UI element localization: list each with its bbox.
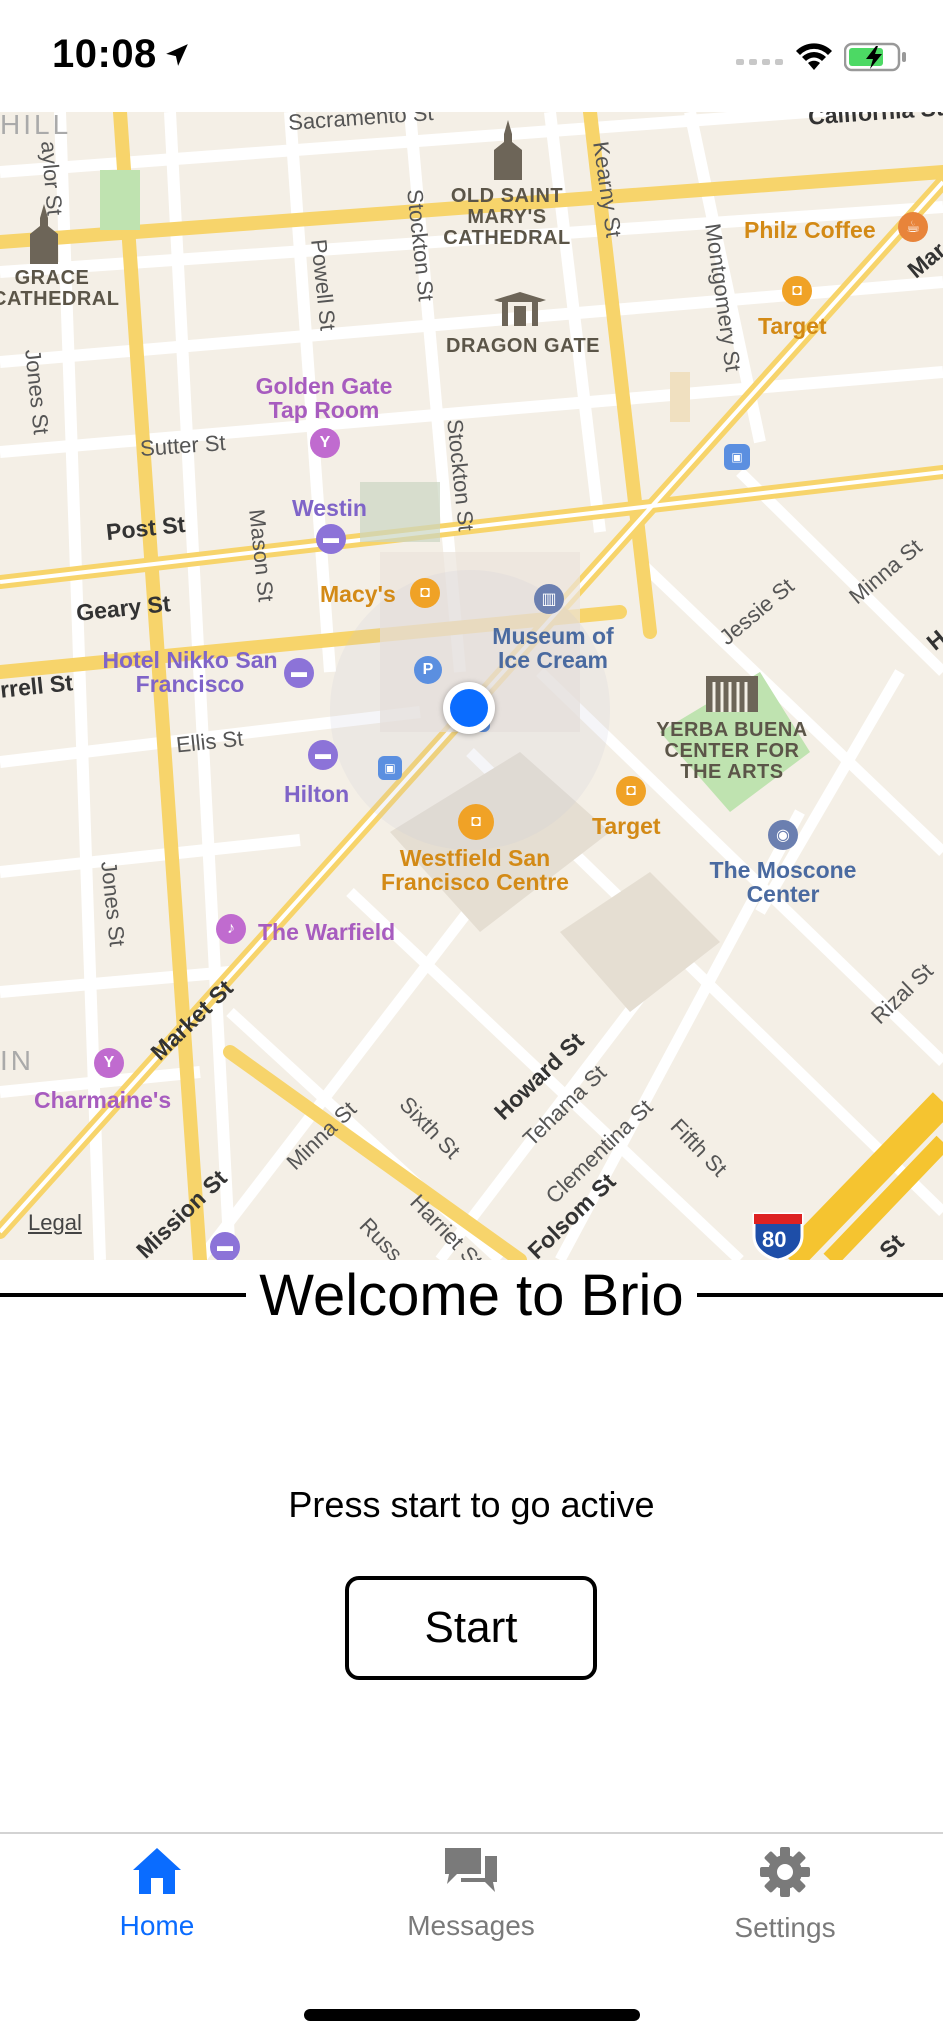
poi-philz-coffee[interactable]: Philz Coffee: [744, 218, 876, 242]
shopping-bag-icon: ◘: [458, 804, 494, 840]
tab-home[interactable]: Home: [57, 1846, 257, 1966]
poi-target-top[interactable]: Target: [758, 314, 827, 338]
cellular-signal-icon: [736, 59, 783, 65]
street-label: Sutter St: [139, 430, 227, 461]
divider-right: [697, 1293, 943, 1297]
poi-moscone-center[interactable]: The Moscone Center: [698, 858, 868, 906]
tab-label: Home: [119, 1910, 195, 1941]
train-icon: ▣: [378, 756, 402, 780]
poi-yerba-buena[interactable]: YERBA BUENA CENTER FOR THE ARTS: [652, 720, 812, 783]
hotel-icon: ▬: [284, 658, 314, 688]
shopping-bag-icon: ◘: [410, 578, 440, 608]
home-indicator: [304, 2009, 640, 2021]
shopping-bag-icon: ◘: [782, 276, 812, 306]
hotel-icon: ▬: [308, 740, 338, 770]
poi-dragon-gate[interactable]: DRAGON GATE: [446, 336, 600, 357]
status-time: 10:08: [52, 32, 157, 76]
divider-left: [0, 1293, 246, 1297]
poi-westin[interactable]: Westin: [292, 496, 367, 520]
gate-icon: [494, 292, 546, 326]
hotel-icon: ▬: [210, 1232, 240, 1260]
arts-center-icon: [706, 676, 758, 712]
messages-icon: [445, 1848, 497, 1892]
cathedral-icon: [30, 204, 58, 264]
shopping-bag-icon: ◘: [616, 776, 646, 806]
poi-old-saint-marys[interactable]: OLD SAINT MARY'S CATHEDRAL: [432, 186, 582, 249]
tab-settings[interactable]: Settings: [685, 1846, 885, 1966]
legal-link[interactable]: Legal: [28, 1210, 82, 1236]
poi-museum-of-ice-cream[interactable]: Museum of Ice Cream: [478, 624, 628, 672]
parking-icon: P: [414, 656, 442, 684]
start-prompt: Press start to go active: [288, 1484, 655, 1525]
hotel-icon: ▬: [316, 524, 346, 554]
tab-label: Messages: [407, 1910, 535, 1941]
street-label: IN: [0, 1045, 34, 1076]
wifi-icon: [796, 43, 832, 70]
poi-hotel-nikko[interactable]: Hotel Nikko San Francisco: [100, 648, 280, 696]
poi-macys[interactable]: Macy's: [320, 582, 396, 606]
home-icon: [133, 1848, 181, 1894]
museum-icon: ▥: [534, 584, 564, 614]
poi-target-mid[interactable]: Target: [592, 814, 661, 838]
start-button[interactable]: Start: [345, 1576, 597, 1680]
map-view[interactable]: HILL Sacramento St California St aylor S…: [0, 112, 943, 1260]
cathedral-icon: [494, 120, 522, 180]
poi-golden-gate-tap-room[interactable]: Golden Gate Tap Room: [246, 374, 402, 422]
poi-westfield[interactable]: Westfield San Francisco Centre: [364, 846, 586, 894]
tab-label: Settings: [734, 1912, 836, 1943]
interstate-80-label: 80: [762, 1227, 787, 1252]
cocktail-icon: Y: [94, 1048, 124, 1078]
poi-the-warfield[interactable]: The Warfield: [258, 920, 395, 944]
location-arrow-icon: [166, 44, 188, 66]
street-label: HILL: [0, 112, 72, 140]
cocktail-icon: Y: [310, 428, 340, 458]
music-icon: ♪: [216, 914, 246, 944]
train-icon: ▣: [724, 444, 750, 470]
poi-hilton[interactable]: Hilton: [284, 782, 349, 806]
convention-center-icon: ◉: [768, 820, 798, 850]
battery-charging-icon: [844, 42, 906, 72]
current-location-dot: [443, 682, 495, 734]
status-bar: 10:08: [0, 0, 943, 112]
gear-icon: [760, 1847, 810, 1897]
poi-grace-cathedral[interactable]: GRACE CATHEDRAL: [0, 268, 119, 310]
coffee-icon: ☕: [898, 212, 928, 242]
tab-messages[interactable]: Messages: [371, 1846, 571, 1966]
welcome-title: Welcome to Brio: [259, 1263, 684, 1328]
poi-charmaines[interactable]: Charmaine's: [34, 1088, 171, 1112]
